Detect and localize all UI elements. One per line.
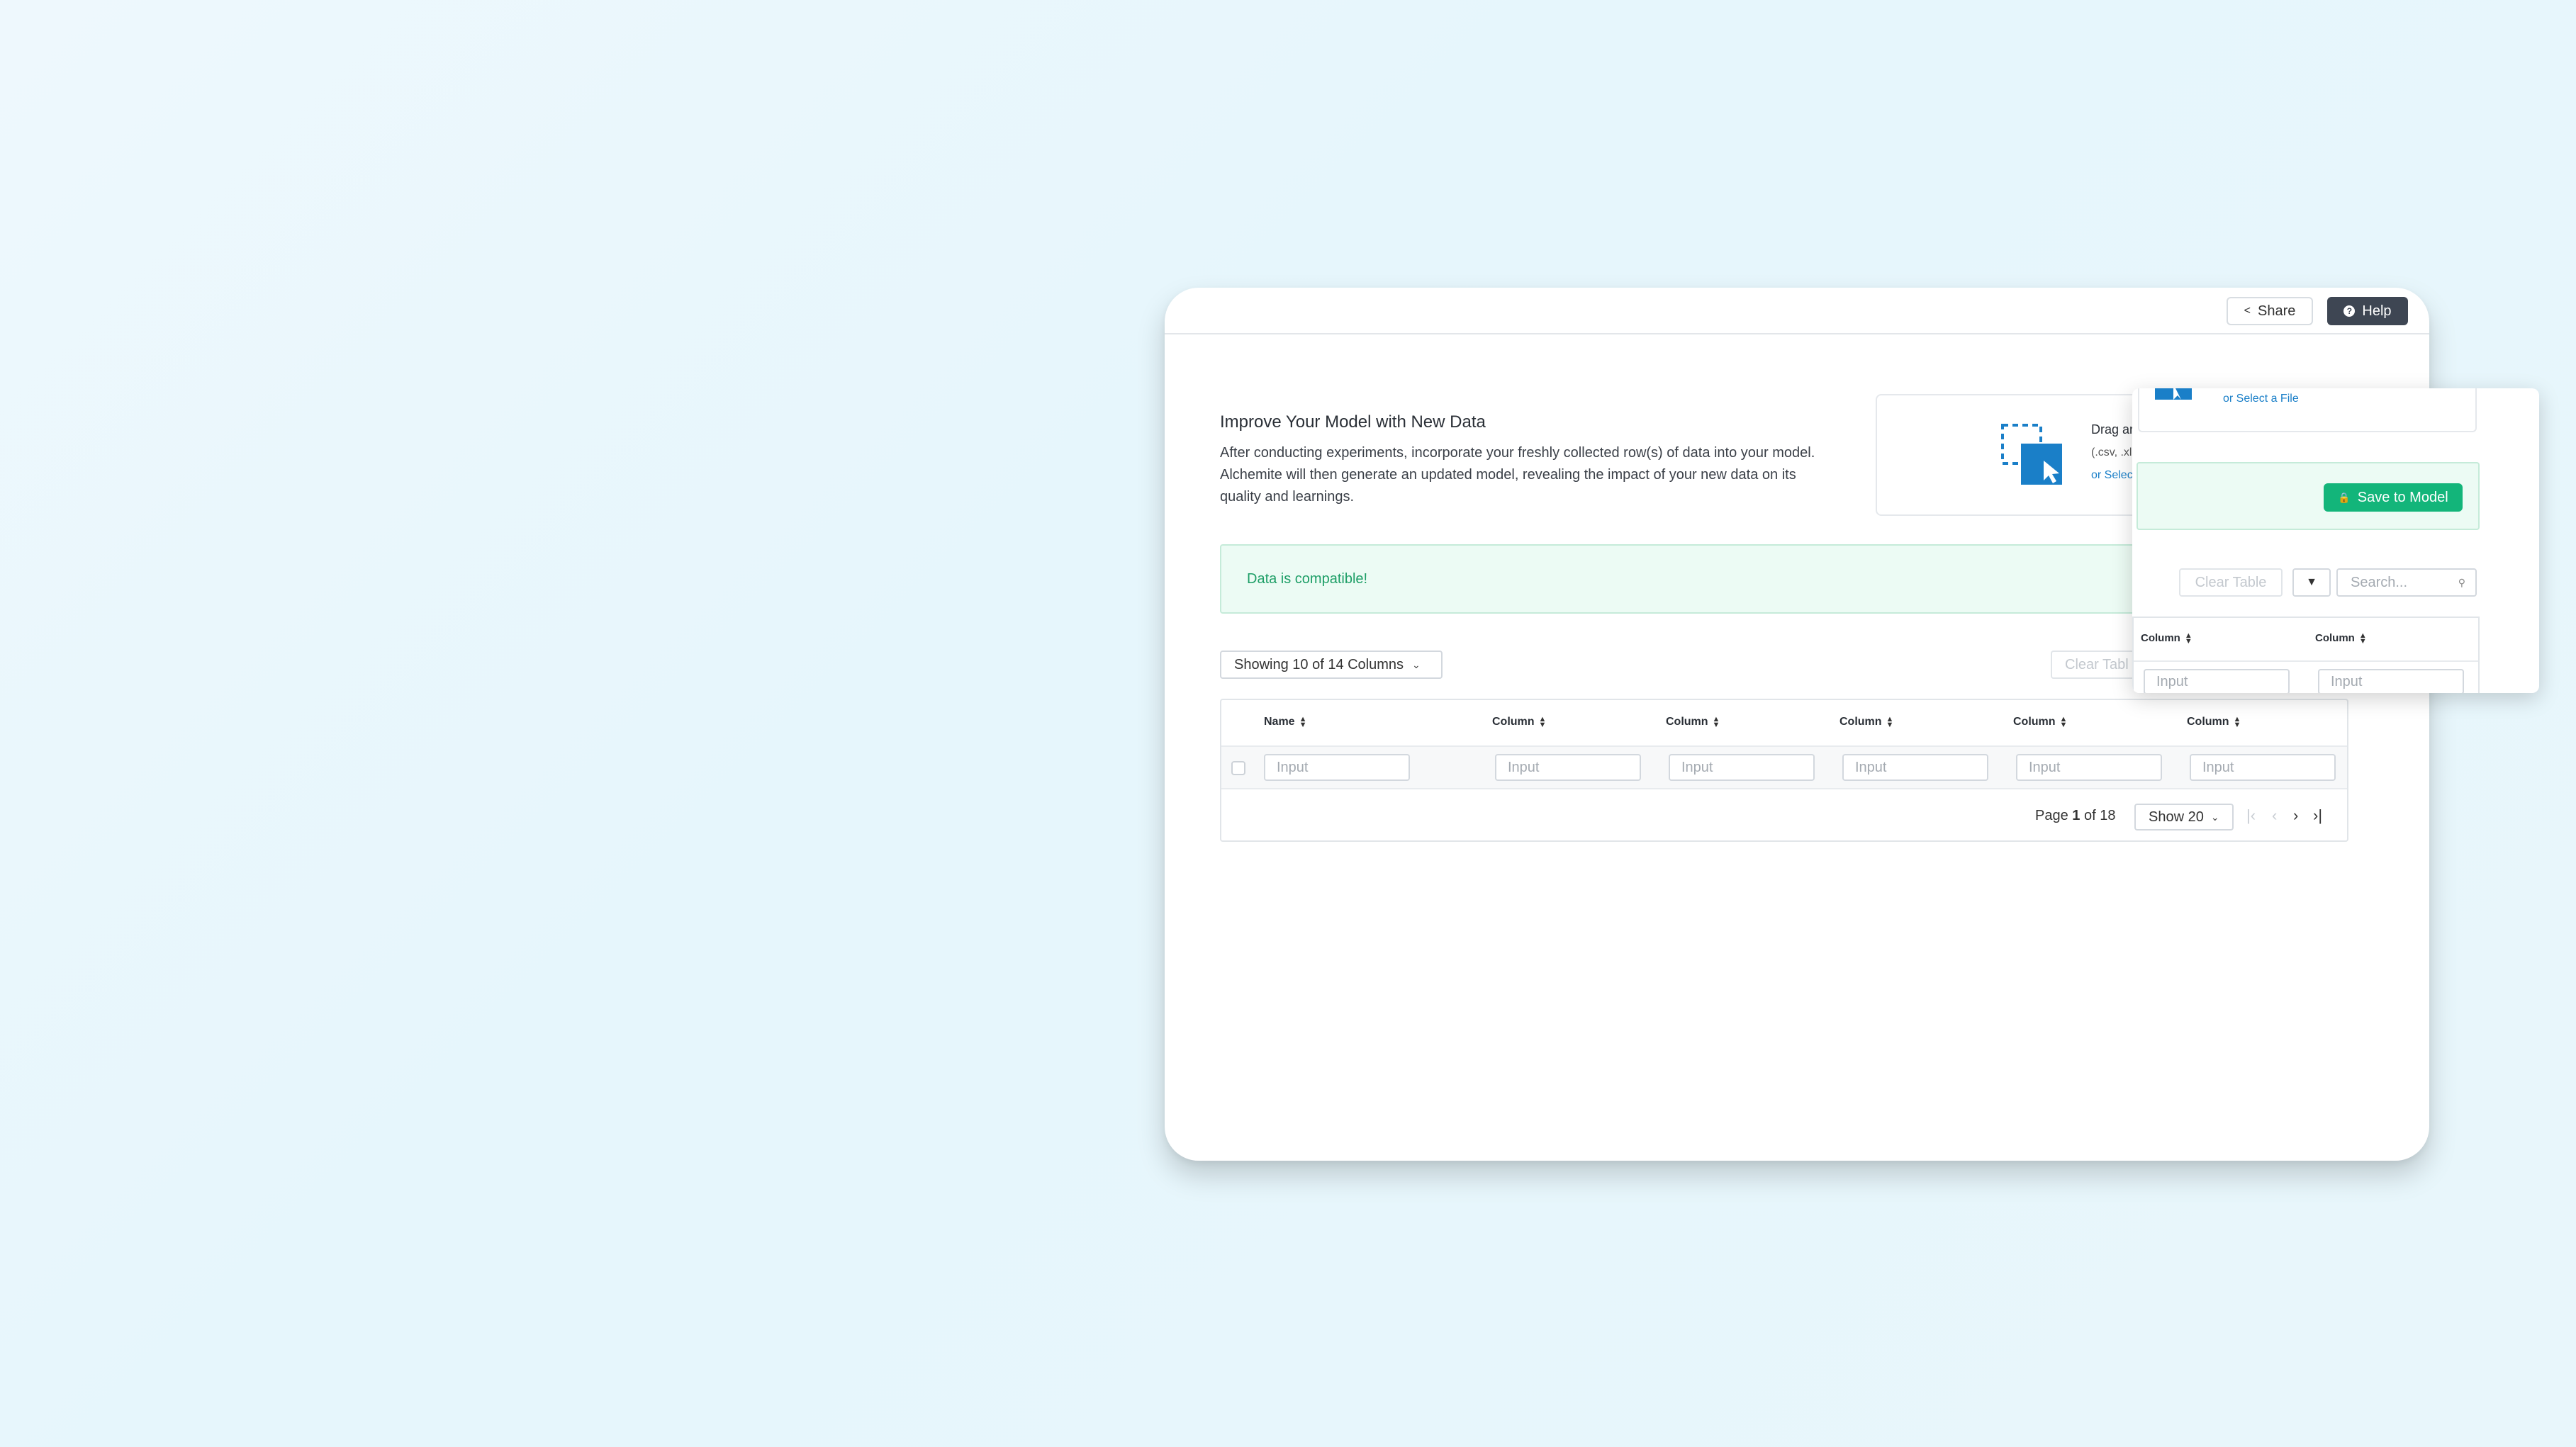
sort-icon: ▲ ▼	[1538, 715, 1547, 729]
column-header-label: Name	[1264, 716, 1295, 728]
save-bar: 🔒 Save to Model	[2137, 462, 2480, 530]
help-icon: ?	[2343, 305, 2356, 317]
row-checkbox[interactable]	[1231, 761, 1245, 775]
sort-icon: ▲ ▼	[2358, 631, 2367, 646]
drag-drop-text: Drag ar	[2091, 422, 2134, 437]
current-page: 1	[2072, 808, 2081, 823]
compatibility-alert: Data is compatible!	[1220, 544, 2283, 614]
columns-visibility-select[interactable]: Showing 10 of 14 Columns ⌄	[1220, 651, 1443, 679]
column-header[interactable]: Column ▲ ▼	[1666, 715, 1720, 729]
last-page-icon[interactable]: ›|	[2313, 806, 2322, 825]
columns-select-label: Showing 10 of 14 Columns	[1234, 656, 1404, 672]
page-size-select[interactable]: Show 20 ⌄	[2134, 804, 2234, 831]
search-input[interactable]: Search... ⚲	[2336, 568, 2477, 597]
column-header[interactable]: Name ▲ ▼	[1264, 715, 1307, 729]
chevron-down-icon: ⌄	[1412, 658, 1421, 670]
sort-icon: ▲ ▼	[2184, 631, 2193, 646]
table-row: Input Input Input Input Input Input	[1221, 747, 2347, 789]
clear-table-button[interactable]: Clear Table	[2179, 568, 2283, 597]
search-placeholder: Search...	[2351, 574, 2408, 590]
column-header[interactable]: Column ▲ ▼	[2187, 715, 2241, 729]
sort-icon: ▲ ▼	[1886, 715, 1894, 729]
column-header-label: Column	[2315, 632, 2355, 644]
save-to-model-label: Save to Model	[2357, 489, 2448, 505]
top-bar: < Share ? Help	[1165, 288, 2429, 334]
drag-drop-file-icon	[2001, 424, 2062, 485]
data-table: Column ▲ ▼ Column ▲ ▼ Input Input	[2132, 616, 2480, 693]
sort-icon: ▲ ▼	[1712, 715, 1720, 729]
save-icon: 🔒	[2338, 491, 2351, 503]
help-label: Help	[2362, 303, 2392, 319]
file-drop-zone[interactable]: or Select a File	[2138, 388, 2477, 432]
zoomed-detail-panel: or Select a File 🔒 Save to Model Clear T…	[2132, 388, 2539, 693]
sort-icon: ▲ ▼	[2233, 715, 2241, 729]
column-header-label: Column	[1492, 716, 1535, 728]
column-header-label: Column	[2187, 716, 2229, 728]
share-icon: <	[2244, 305, 2251, 317]
file-formats-text: (.csv, .xl	[2091, 446, 2132, 458]
cell-input[interactable]: Input	[1669, 754, 1815, 781]
help-button[interactable]: ? Help	[2327, 297, 2408, 325]
cell-input[interactable]: Input	[2318, 669, 2464, 693]
column-header[interactable]: Column ▲ ▼	[2013, 715, 2068, 729]
save-to-model-button[interactable]: 🔒 Save to Model	[2324, 483, 2463, 512]
first-page-icon[interactable]: |‹	[2246, 806, 2256, 825]
filter-icon: ▼	[2306, 576, 2317, 588]
column-header[interactable]: Column ▲ ▼	[1492, 715, 1547, 729]
previous-page-icon[interactable]: ‹	[2272, 806, 2277, 825]
column-header[interactable]: Column ▲ ▼	[2141, 631, 2193, 646]
alert-text: Data is compatible!	[1247, 571, 1368, 587]
drag-drop-file-icon	[2155, 388, 2192, 400]
table-header: Column ▲ ▼ Column ▲ ▼	[2134, 618, 2478, 662]
sort-icon: ▲ ▼	[1299, 715, 1307, 729]
cell-input[interactable]: Input	[1264, 754, 1410, 781]
column-header[interactable]: Column ▲ ▼	[1839, 715, 1894, 729]
page-size-label: Show 20	[2149, 809, 2204, 825]
cell-input[interactable]: Input	[2016, 754, 2162, 781]
select-file-link[interactable]: or Select a File	[2223, 393, 2299, 405]
cell-input[interactable]: Input	[1842, 754, 1988, 781]
column-header-label: Column	[2141, 632, 2180, 644]
chevron-down-icon: ⌄	[2210, 811, 2219, 823]
share-label: Share	[2257, 303, 2296, 319]
search-icon: ⚲	[2458, 577, 2465, 588]
page-description: After conducting experiments, incorporat…	[1220, 445, 1815, 505]
filter-button[interactable]: ▼	[2292, 568, 2331, 597]
page-total: of 18	[2083, 808, 2116, 823]
column-header-label: Column	[1839, 716, 1882, 728]
page-indicator: Page 1 of 18	[2035, 808, 2115, 824]
column-header-label: Column	[2013, 716, 2056, 728]
sort-icon: ▲ ▼	[2059, 715, 2068, 729]
file-drop-zone[interactable]: Drag ar (.csv, .xl or Selec	[1876, 394, 2145, 516]
page-prefix: Page	[2035, 808, 2068, 823]
table-header: Name ▲ ▼ Column ▲ ▼ Column ▲ ▼ Column ▲ ▼ Co…	[1221, 700, 2347, 747]
cell-input[interactable]: Input	[1495, 754, 1641, 781]
data-table: Name ▲ ▼ Column ▲ ▼ Column ▲ ▼ Column ▲ ▼ Co…	[1220, 699, 2348, 842]
column-header[interactable]: Column ▲ ▼	[2315, 631, 2367, 646]
cell-input[interactable]: Input	[2144, 669, 2290, 693]
share-button[interactable]: < Share	[2227, 297, 2313, 325]
pagination: Page 1 of 18 Show 20 ⌄ |‹ ‹ › ›|	[1221, 789, 2347, 842]
cell-input[interactable]: Input	[2190, 754, 2336, 781]
column-header-label: Column	[1666, 716, 1708, 728]
next-page-icon[interactable]: ›	[2293, 806, 2298, 825]
select-file-link[interactable]: or Selec	[2091, 469, 2133, 482]
page-title: Improve Your Model with New Data	[1220, 412, 1486, 432]
